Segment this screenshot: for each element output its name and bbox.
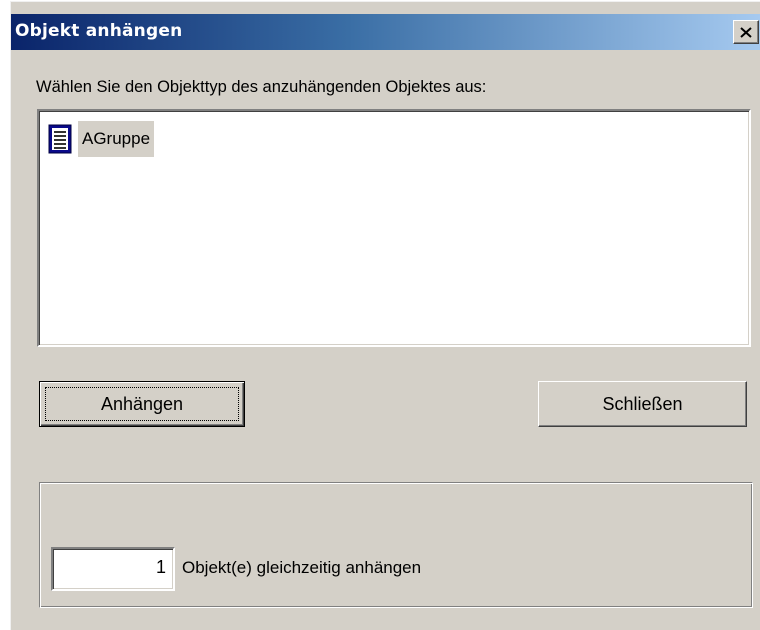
- close-button[interactable]: Schließen: [538, 381, 747, 427]
- document-icon: [45, 121, 75, 157]
- attach-object-dialog: Objekt anhängen Wählen Sie den Objekttyp…: [9, 0, 760, 630]
- count-input[interactable]: 1: [51, 547, 175, 591]
- object-type-list[interactable]: AGruppe: [37, 109, 751, 347]
- object-type-prompt: Wählen Sie den Objekttyp des anzuhängend…: [36, 78, 487, 96]
- count-label: Objekt(e) gleichzeitig anhängen: [182, 558, 422, 577]
- attach-button[interactable]: Anhängen: [39, 381, 245, 427]
- list-item-label: AGruppe: [78, 121, 155, 157]
- dialog-title: Objekt anhängen: [15, 21, 183, 41]
- attach-button-label: Anhängen: [100, 393, 184, 414]
- close-icon: [740, 26, 752, 38]
- list-item-agruppe[interactable]: AGruppe: [45, 117, 155, 161]
- close-window-button[interactable]: [733, 20, 759, 44]
- close-button-label: Schließen: [602, 393, 683, 414]
- title-bar[interactable]: Objekt anhängen: [11, 14, 760, 50]
